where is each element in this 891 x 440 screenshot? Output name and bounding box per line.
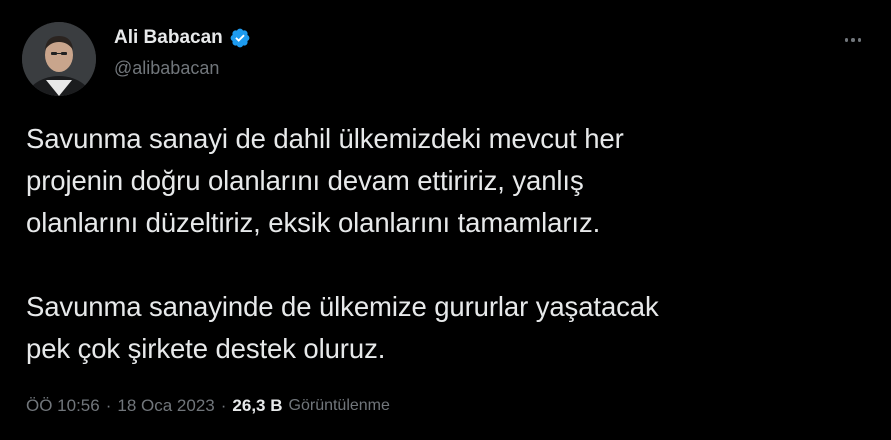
tweet-date[interactable]: 18 Oca 2023: [117, 396, 214, 416]
tweet-time[interactable]: ÖÖ 10:56: [26, 396, 100, 416]
dot: [857, 38, 862, 42]
meta-separator: ·: [220, 396, 227, 415]
avatar[interactable]: [22, 22, 96, 96]
views-count: 26,3 B: [232, 396, 283, 415]
views-label: Görüntülenme: [288, 397, 390, 414]
dot: [851, 38, 855, 42]
user-handle[interactable]: @alibabacan: [114, 58, 251, 79]
meta-separator: ·: [105, 396, 112, 415]
tweet-meta: ÖÖ 10:56 · 18 Oca 2023 · 26,3 B Görüntül…: [26, 396, 390, 416]
more-dots-icon[interactable]: [837, 24, 869, 56]
name-row: Ali Babacan: [114, 26, 251, 50]
tweet-paragraph-1: Savunma sanayi de dahil ülkemizdeki mevc…: [26, 123, 624, 238]
dot: [844, 38, 849, 42]
display-name[interactable]: Ali Babacan: [114, 27, 223, 49]
avatar-photo: [22, 22, 96, 96]
tweet-text: Savunma sanayi de dahil ülkemizdeki mevc…: [26, 118, 866, 370]
tweet-paragraph-2: Savunma sanayinde de ülkemize gururlar y…: [26, 291, 659, 364]
author-block: Ali Babacan @alibabacan: [114, 26, 251, 79]
tweet-card: Ali Babacan @alibabacan Savunma sanayi d…: [0, 0, 891, 440]
verified-badge-icon: [229, 27, 251, 49]
